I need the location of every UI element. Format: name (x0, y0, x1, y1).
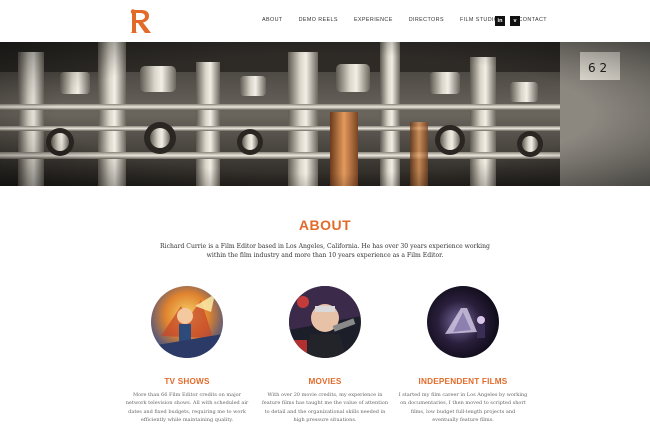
linkedin-icon[interactable]: in (495, 16, 505, 26)
independent-films-title: INDEPENDENT FILMS (418, 377, 508, 386)
nav-about[interactable]: ABOUT (262, 17, 283, 23)
movies-text: With over 20 movie credits, my experienc… (261, 392, 389, 423)
tv-shows-title: TV SHOWS (164, 377, 210, 386)
tv-shows-poster-image[interactable] (151, 286, 223, 358)
movies-poster-image[interactable] (289, 286, 361, 358)
film-editing-machine-image: 6 2 (0, 42, 650, 186)
vimeo-icon[interactable]: v (510, 16, 520, 26)
movies-column: MOVIES With over 20 movie credits, my ex… (260, 286, 390, 424)
independent-films-text: I started my film career in Los Angeles … (398, 392, 528, 423)
nav-contact[interactable]: CONTACT (518, 17, 546, 23)
about-text: Richard Currie is a Film Editor based in… (160, 243, 490, 259)
nav-directors[interactable]: DIRECTORS (409, 17, 444, 23)
independent-film-still-image[interactable] (427, 286, 499, 358)
logo-r-icon[interactable] (126, 6, 156, 36)
movies-title: MOVIES (308, 377, 342, 386)
hero-image: 6 2 (0, 42, 650, 186)
site-header: ABOUT DEMO REELS EXPERIENCE DIRECTORS FI… (0, 0, 650, 42)
tv-shows-column: TV SHOWS More than 66 Film Editor credit… (122, 286, 252, 424)
about-title: ABOUT (298, 217, 352, 233)
independent-films-column: INDEPENDENT FILMS I started my film care… (398, 286, 528, 424)
nav-experience[interactable]: EXPERIENCE (354, 17, 393, 23)
nav-demo-reels[interactable]: DEMO REELS (299, 17, 338, 23)
tv-shows-text: More than 66 Film Editor credits on majo… (125, 392, 249, 423)
